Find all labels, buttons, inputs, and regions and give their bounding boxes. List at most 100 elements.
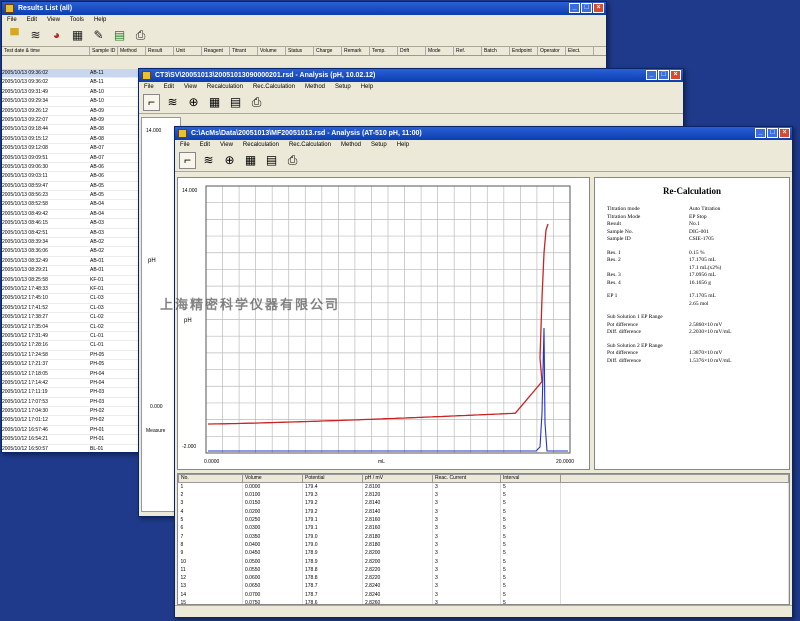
menu-setup[interactable]: Setup [335, 82, 351, 92]
report-icon[interactable]: ▤ [263, 152, 280, 169]
menu-rec-calculation[interactable]: Rec.Calculation [289, 140, 331, 150]
table-row[interactable]: 13 0.0650 178.7 2.8240 3 5 [178, 582, 789, 591]
col-header[interactable]: Reagent [202, 47, 230, 55]
table-row[interactable]: 3 0.0150 179.2 2.8140 3 5 [178, 499, 789, 508]
menu-edit[interactable]: Edit [27, 15, 37, 25]
minimize-button[interactable]: _ [646, 70, 657, 80]
col-header[interactable]: Temp. [370, 47, 398, 55]
menu-help[interactable]: Help [94, 15, 106, 25]
col-header[interactable]: Remark [342, 47, 370, 55]
curve-icon[interactable]: ⌐ [179, 152, 196, 169]
open-folder-icon[interactable]: ▀ [6, 27, 23, 44]
report-icon[interactable]: ▤ [111, 27, 128, 44]
menu-help[interactable]: Help [361, 82, 373, 92]
col-header[interactable]: Operator [538, 47, 566, 55]
col-header[interactable]: Unit [174, 47, 202, 55]
table-row[interactable]: 10 0.0500 178.9 2.8200 3 5 [178, 557, 789, 566]
col-header[interactable]: Endpoint [510, 47, 538, 55]
menu-file[interactable]: File [180, 140, 190, 150]
printer-icon[interactable]: ⎙ [132, 27, 149, 44]
menu-method[interactable]: Method [305, 82, 325, 92]
col-header[interactable]: Status [286, 47, 314, 55]
table-row[interactable]: 8 0.0400 179.0 2.8180 3 5 [178, 540, 789, 550]
table-cell [560, 582, 789, 591]
table-row[interactable]: 2 0.0100 179.3 2.8120 3 5 [178, 491, 789, 500]
table-row[interactable]: 7 0.0350 179.0 2.8180 3 5 [178, 532, 789, 541]
report-icon[interactable]: ▤ [227, 94, 244, 111]
minimize-button[interactable]: _ [569, 3, 580, 13]
titration-plot[interactable]: 14.000 pH -2.000 0.0000 mL 20.0000 [177, 177, 590, 470]
curve-icon[interactable]: ⌐ [143, 94, 160, 111]
color-chart-icon[interactable]: ◕ [48, 27, 65, 44]
table-cell: 2.8160 [362, 524, 433, 533]
table-icon[interactable]: ▦ [206, 94, 223, 111]
col-header[interactable]: Ref. [454, 47, 482, 55]
close-button[interactable]: × [593, 3, 604, 13]
col-header-no[interactable]: No. [178, 474, 243, 483]
menu-file[interactable]: File [144, 82, 154, 92]
col-header[interactable]: Sample ID [90, 47, 118, 55]
analysis-front-titlebar[interactable]: C:\AcMs\Data\20051013\MF20051013.rsd - A… [175, 127, 792, 140]
graph-icon[interactable]: ≋ [200, 152, 217, 169]
col-header-interval[interactable]: Interval [500, 474, 561, 483]
menu-rec-calculation[interactable]: Rec.Calculation [253, 82, 295, 92]
menu-setup[interactable]: Setup [371, 140, 387, 150]
printer-icon[interactable]: ⎙ [284, 152, 301, 169]
col-header-current[interactable]: Reac. Current [432, 474, 501, 483]
menu-recalculation[interactable]: Recalculation [207, 82, 243, 92]
menu-edit[interactable]: Edit [164, 82, 174, 92]
table-row[interactable]: 6 0.0300 179.1 2.8160 3 5 [178, 524, 789, 533]
menu-view[interactable]: View [184, 82, 197, 92]
maximize-button[interactable]: □ [581, 3, 592, 13]
menu-recalculation[interactable]: Recalculation [243, 140, 279, 150]
table-row[interactable]: 4 0.0200 179.2 2.8140 3 5 [178, 507, 789, 516]
table-icon[interactable]: ▦ [69, 27, 86, 44]
results-list-menubar: File Edit View Tools Help [2, 15, 606, 25]
menu-view[interactable]: View [220, 140, 233, 150]
table-icon[interactable]: ▦ [242, 152, 259, 169]
minimize-button[interactable]: _ [755, 128, 766, 138]
menu-tools[interactable]: Tools [70, 15, 84, 25]
analysis-back-titlebar[interactable]: CT3\SV\20051013\20051013090000201.rsd - … [139, 69, 683, 82]
table-cell: 0.0000 [242, 482, 303, 491]
col-header[interactable]: Test date & time [2, 47, 90, 55]
col-header[interactable]: Mode [426, 47, 454, 55]
col-header[interactable]: Elect. [566, 47, 594, 55]
list-item-date: 2005/10/13 08:49:42 [2, 210, 48, 217]
table-row[interactable]: 11 0.0550 178.8 2.8220 3 5 [178, 565, 789, 574]
table-row[interactable]: 12 0.0600 178.8 2.8220 3 5 [178, 573, 789, 583]
col-header[interactable]: Titrant [230, 47, 258, 55]
table-row[interactable]: 9 0.0450 178.9 2.8200 3 5 [178, 549, 789, 558]
menu-help[interactable]: Help [397, 140, 409, 150]
menu-method[interactable]: Method [341, 140, 361, 150]
results-list-titlebar[interactable]: Results List (all) _ □ × [2, 2, 606, 15]
graph-icon[interactable]: ≋ [27, 27, 44, 44]
menu-view[interactable]: View [47, 15, 60, 25]
close-button[interactable]: × [779, 128, 790, 138]
graph-icon[interactable]: ≋ [164, 94, 181, 111]
col-header[interactable]: Drift [398, 47, 426, 55]
col-header[interactable]: Charge [314, 47, 342, 55]
col-header-volume[interactable]: Volume [242, 474, 303, 483]
analysis-window-front[interactable]: C:\AcMs\Data\20051013\MF20051013.rsd - A… [174, 126, 793, 618]
col-header[interactable]: Method [118, 47, 146, 55]
edit-icon[interactable]: ✎ [90, 27, 107, 44]
zoom-icon[interactable]: ⊕ [185, 94, 202, 111]
measurement-table-pane[interactable]: No. Volume Potential pH / mV Reac. Curre… [177, 473, 790, 605]
col-header[interactable]: Batch [482, 47, 510, 55]
table-row[interactable]: 1 0.0000 179.4 2.8100 3 5 [178, 482, 789, 491]
menu-edit[interactable]: Edit [200, 140, 210, 150]
maximize-button[interactable]: □ [767, 128, 778, 138]
zoom-icon[interactable]: ⊕ [221, 152, 238, 169]
menu-file[interactable]: File [7, 15, 17, 25]
table-cell: 3 [178, 499, 243, 508]
col-header-potential[interactable]: Potential [302, 474, 363, 483]
printer-icon[interactable]: ⎙ [248, 94, 265, 111]
close-button[interactable]: × [670, 70, 681, 80]
col-header[interactable]: Result [146, 47, 174, 55]
table-row[interactable]: 5 0.0250 179.1 2.8160 3 5 [178, 515, 789, 525]
maximize-button[interactable]: □ [658, 70, 669, 80]
col-header-ph[interactable]: pH / mV [362, 474, 433, 483]
col-header[interactable]: Volume [258, 47, 286, 55]
table-row[interactable]: 14 0.0700 178.7 2.8240 3 5 [178, 590, 789, 599]
